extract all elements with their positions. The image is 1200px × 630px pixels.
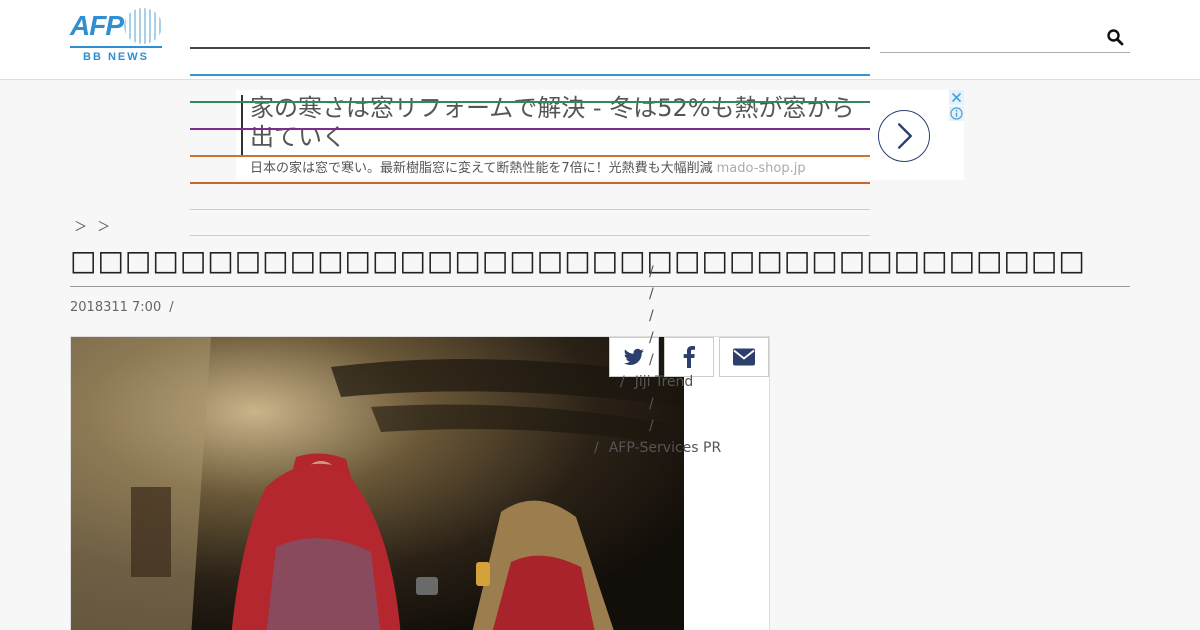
nav-row-4[interactable] <box>190 128 870 130</box>
facebook-share-button[interactable] <box>664 337 714 377</box>
meta-separator: / <box>169 300 174 315</box>
nav-row-8[interactable] <box>190 235 870 236</box>
article-photo[interactable] <box>71 337 684 630</box>
title-divider <box>70 286 1130 287</box>
facebook-icon <box>683 346 695 368</box>
related-tag[interactable]: / <box>649 352 664 368</box>
ad-description[interactable]: 日本の家は窓で寒い。最新樹脂窓に変えて断熱性能を7倍に！光熱費も大幅削減 mado… <box>250 157 806 176</box>
logo-divider <box>70 46 162 48</box>
related-tag[interactable]: / <box>649 286 664 302</box>
ad-banner[interactable]: 家の寒さは窓リフォームで解決 - 冬は52%も熱が窓から出ていく 日本の家は窓で… <box>236 90 964 180</box>
article-meta: 2018311 7:00 / <box>70 300 174 315</box>
logo-afp-text: AFP <box>70 10 124 41</box>
afp-bb-news-logo[interactable]: AFP BB NEWS <box>70 8 162 64</box>
email-share-button[interactable] <box>719 337 769 377</box>
search-icon[interactable] <box>1106 28 1124 46</box>
info-icon[interactable] <box>949 106 964 121</box>
nav-row-6[interactable] <box>190 182 870 184</box>
search-box <box>880 24 1130 53</box>
article-title: □□□□□□□□□□□□□□□□□□□□□□□□□□□□□□□□□□□□□ <box>70 244 1086 277</box>
globe-icon <box>124 8 162 44</box>
nav-row-3[interactable] <box>190 101 870 103</box>
envelope-icon <box>733 348 755 366</box>
logo-bbnews-text: BB NEWS <box>83 51 149 63</box>
ad-accent-bar <box>241 95 243 157</box>
nav-row-5[interactable] <box>190 155 870 157</box>
related-tag-jiji-trend[interactable]: / Jiji Trend <box>620 374 693 390</box>
nav-row-2[interactable] <box>190 74 870 76</box>
twitter-icon <box>624 348 644 365</box>
related-tag[interactable]: / <box>649 264 664 280</box>
close-icon[interactable] <box>949 90 964 105</box>
article-date: 2018311 7:00 <box>70 300 162 315</box>
breadcrumb[interactable]: ＞ ＞ <box>74 216 113 235</box>
search-input[interactable] <box>880 24 1100 52</box>
related-tag[interactable]: / <box>649 330 664 346</box>
related-tag-afp-services-pr[interactable]: / AFP-Services PR <box>594 440 721 456</box>
site-header: AFP BB NEWS <box>0 0 1200 80</box>
nav-row-1[interactable] <box>190 47 870 49</box>
related-tag[interactable]: / <box>649 308 664 324</box>
chevron-right-icon[interactable] <box>878 110 930 162</box>
related-tag[interactable]: / <box>649 418 664 434</box>
nav-row-7[interactable] <box>190 209 870 210</box>
ad-description-text: 日本の家は窓で寒い。最新樹脂窓に変えて断熱性能を7倍に！光熱費も大幅削減 <box>250 161 713 176</box>
ad-domain: mado-shop.jp <box>716 161 806 176</box>
photo-illustration <box>71 337 684 630</box>
related-tag[interactable]: / <box>649 396 664 412</box>
